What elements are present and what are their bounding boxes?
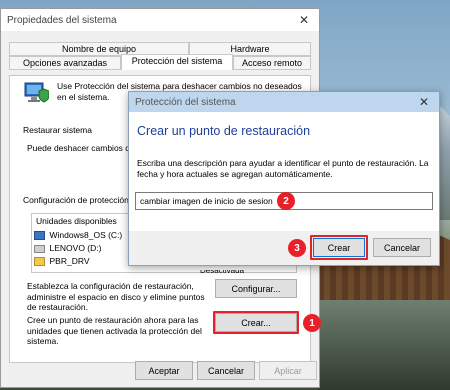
config-heading: Configuración de protección	[23, 195, 129, 205]
drive-row[interactable]: Windows8_OS (C:) (Sistema)	[34, 230, 124, 242]
dialog-body: Crear un punto de restauración Escriba u…	[129, 112, 439, 231]
restore-text: Puede deshacer cambios del sistema revir…	[27, 143, 142, 153]
drive-protection-status: Desactivada	[200, 270, 244, 274]
windows-drive-icon	[34, 231, 45, 241]
config-text: Establezca la configuración de restaurac…	[27, 281, 205, 312]
dialog-close-icon[interactable]: ✕	[409, 92, 439, 112]
drive-icon	[34, 244, 45, 253]
drive-row[interactable]: LENOVO (D:)	[34, 243, 124, 255]
step-badge-2: 2	[277, 192, 295, 210]
dialog-cancel-button[interactable]: Cancelar	[373, 238, 431, 257]
drive-label: Windows8_OS (C:) (Sistema)	[49, 230, 124, 240]
drive-label: PBR_DRV	[49, 256, 90, 266]
dialog-titlebar: Protección del sistema	[129, 92, 439, 112]
drives-header: Unidades disponibles	[36, 216, 117, 226]
window-titlebar: Propiedades del sistema	[1, 9, 319, 31]
close-icon[interactable]: ✕	[289, 9, 319, 31]
create-text: Cree un punto de restauración ahora para…	[27, 315, 202, 346]
dialog-description: Escriba una descripción para ayudar a id…	[137, 158, 429, 179]
drive-row[interactable]: PBR_DRV	[34, 256, 124, 268]
tab-proteccion-sistema[interactable]: Protección del sistema	[121, 54, 233, 70]
step-badge-1: 1	[303, 314, 321, 332]
folder-icon	[34, 257, 45, 267]
drive-label: LENOVO (D:)	[49, 243, 102, 253]
tab-acceso-remoto[interactable]: Acceso remoto	[233, 56, 311, 70]
tab-opciones-avanzadas[interactable]: Opciones avanzadas	[9, 56, 121, 70]
cancel-button[interactable]: Cancelar	[197, 361, 255, 380]
step-badge-3: 3	[288, 239, 306, 257]
ok-button[interactable]: Aceptar	[135, 361, 193, 380]
configure-button[interactable]: Configurar...	[215, 279, 297, 298]
computer-shield-icon	[24, 82, 49, 103]
highlight-create-button	[213, 311, 299, 334]
apply-button[interactable]: Aplicar	[259, 361, 317, 380]
restore-heading: Restaurar sistema	[23, 125, 92, 135]
dialog-heading: Crear un punto de restauración	[137, 124, 311, 138]
dialog-title: Protección del sistema	[135, 96, 236, 108]
window-title: Propiedades del sistema	[7, 14, 117, 26]
wallpaper-lake	[318, 300, 450, 390]
create-restore-point-dialog: Protección del sistema ✕ Crear un punto …	[128, 91, 440, 266]
highlight-dialog-create	[310, 235, 368, 260]
